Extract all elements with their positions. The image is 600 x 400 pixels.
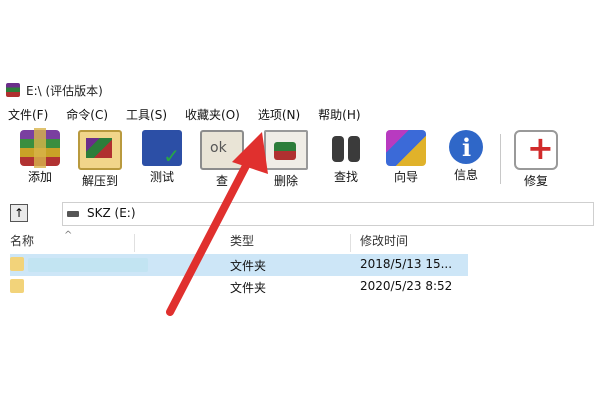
sort-ascending-icon: ^: [64, 230, 73, 241]
menu-bar: 文件(F) 命令(C) 工具(S) 收藏夹(O) 选项(N) 帮助(H): [0, 104, 600, 124]
row-type: 文件夹: [230, 281, 267, 295]
find-button[interactable]: 查找: [318, 128, 374, 192]
file-list: 名称 ^ 类型 修改时间 文件夹 2018/5/13 15... 文件夹 202…: [0, 230, 600, 322]
add-archive-icon: [20, 128, 60, 168]
info-icon: [449, 130, 483, 164]
row-modified: 2020/5/23 8:52: [360, 279, 453, 293]
drive-icon: [67, 211, 79, 217]
find-label: 查找: [333, 170, 358, 184]
address-bar: ↑ SKZ (E:): [0, 200, 600, 226]
up-folder-button[interactable]: ↑: [10, 204, 28, 222]
toolbar: 添加 解压到 测试 查 删除 查找 向导 信息: [0, 128, 600, 192]
window-title: E:\ (评估版本): [26, 83, 103, 98]
view-label: 查: [215, 174, 228, 188]
test-icon: [142, 130, 182, 168]
address-path: SKZ (E:): [87, 206, 136, 220]
winrar-window: E:\ (评估版本) 文件(F) 命令(C) 工具(S) 收藏夹(O) 选项(N…: [0, 78, 600, 318]
row-type: 文件夹: [230, 259, 267, 273]
column-header-modified[interactable]: 修改时间: [360, 232, 408, 252]
column-header-name[interactable]: 名称: [10, 232, 34, 252]
menu-file[interactable]: 文件(F): [8, 106, 48, 123]
row-modified: 2018/5/13 15...: [360, 257, 453, 271]
test-button[interactable]: 测试: [134, 128, 190, 192]
address-field[interactable]: SKZ (E:): [62, 202, 594, 226]
repair-label: 修复: [523, 174, 548, 188]
menu-command[interactable]: 命令(C): [66, 106, 108, 123]
menu-tools[interactable]: 工具(S): [126, 106, 167, 123]
add-label: 添加: [27, 170, 52, 184]
view-icon: [200, 130, 244, 170]
menu-options[interactable]: 选项(N): [258, 106, 300, 123]
wizard-button[interactable]: 向导: [378, 128, 434, 192]
repair-button[interactable]: 修复: [508, 128, 564, 192]
test-label: 测试: [149, 170, 174, 184]
delete-button[interactable]: 删除: [258, 128, 314, 192]
extract-icon: [78, 130, 122, 170]
find-icon: [326, 130, 366, 166]
info-button[interactable]: 信息: [438, 128, 494, 192]
info-label: 信息: [453, 168, 478, 182]
toolbar-separator: [500, 134, 501, 184]
table-row[interactable]: 文件夹 2018/5/13 15...: [0, 254, 600, 276]
extract-to-button[interactable]: 解压到: [72, 128, 128, 192]
menu-help[interactable]: 帮助(H): [318, 106, 360, 123]
view-button[interactable]: 查: [194, 128, 250, 192]
delete-label: 删除: [273, 174, 298, 188]
wizard-icon: [386, 130, 426, 166]
add-button[interactable]: 添加: [12, 128, 68, 192]
extract-to-label: 解压到: [81, 174, 118, 188]
folder-icon: [10, 257, 24, 271]
wizard-label: 向导: [393, 170, 418, 184]
folder-icon: [10, 279, 24, 293]
menu-favorites[interactable]: 收藏夹(O): [185, 106, 240, 123]
delete-icon: [264, 130, 308, 170]
blurred-file-name: [28, 258, 148, 272]
title-bar: E:\ (评估版本): [0, 78, 600, 102]
repair-icon: [514, 129, 558, 170]
column-divider: [134, 234, 135, 252]
winrar-app-icon: [6, 83, 20, 97]
column-divider: [350, 234, 351, 252]
column-header-type[interactable]: 类型: [230, 232, 254, 252]
table-row[interactable]: 文件夹 2020/5/23 8:52: [0, 276, 600, 298]
